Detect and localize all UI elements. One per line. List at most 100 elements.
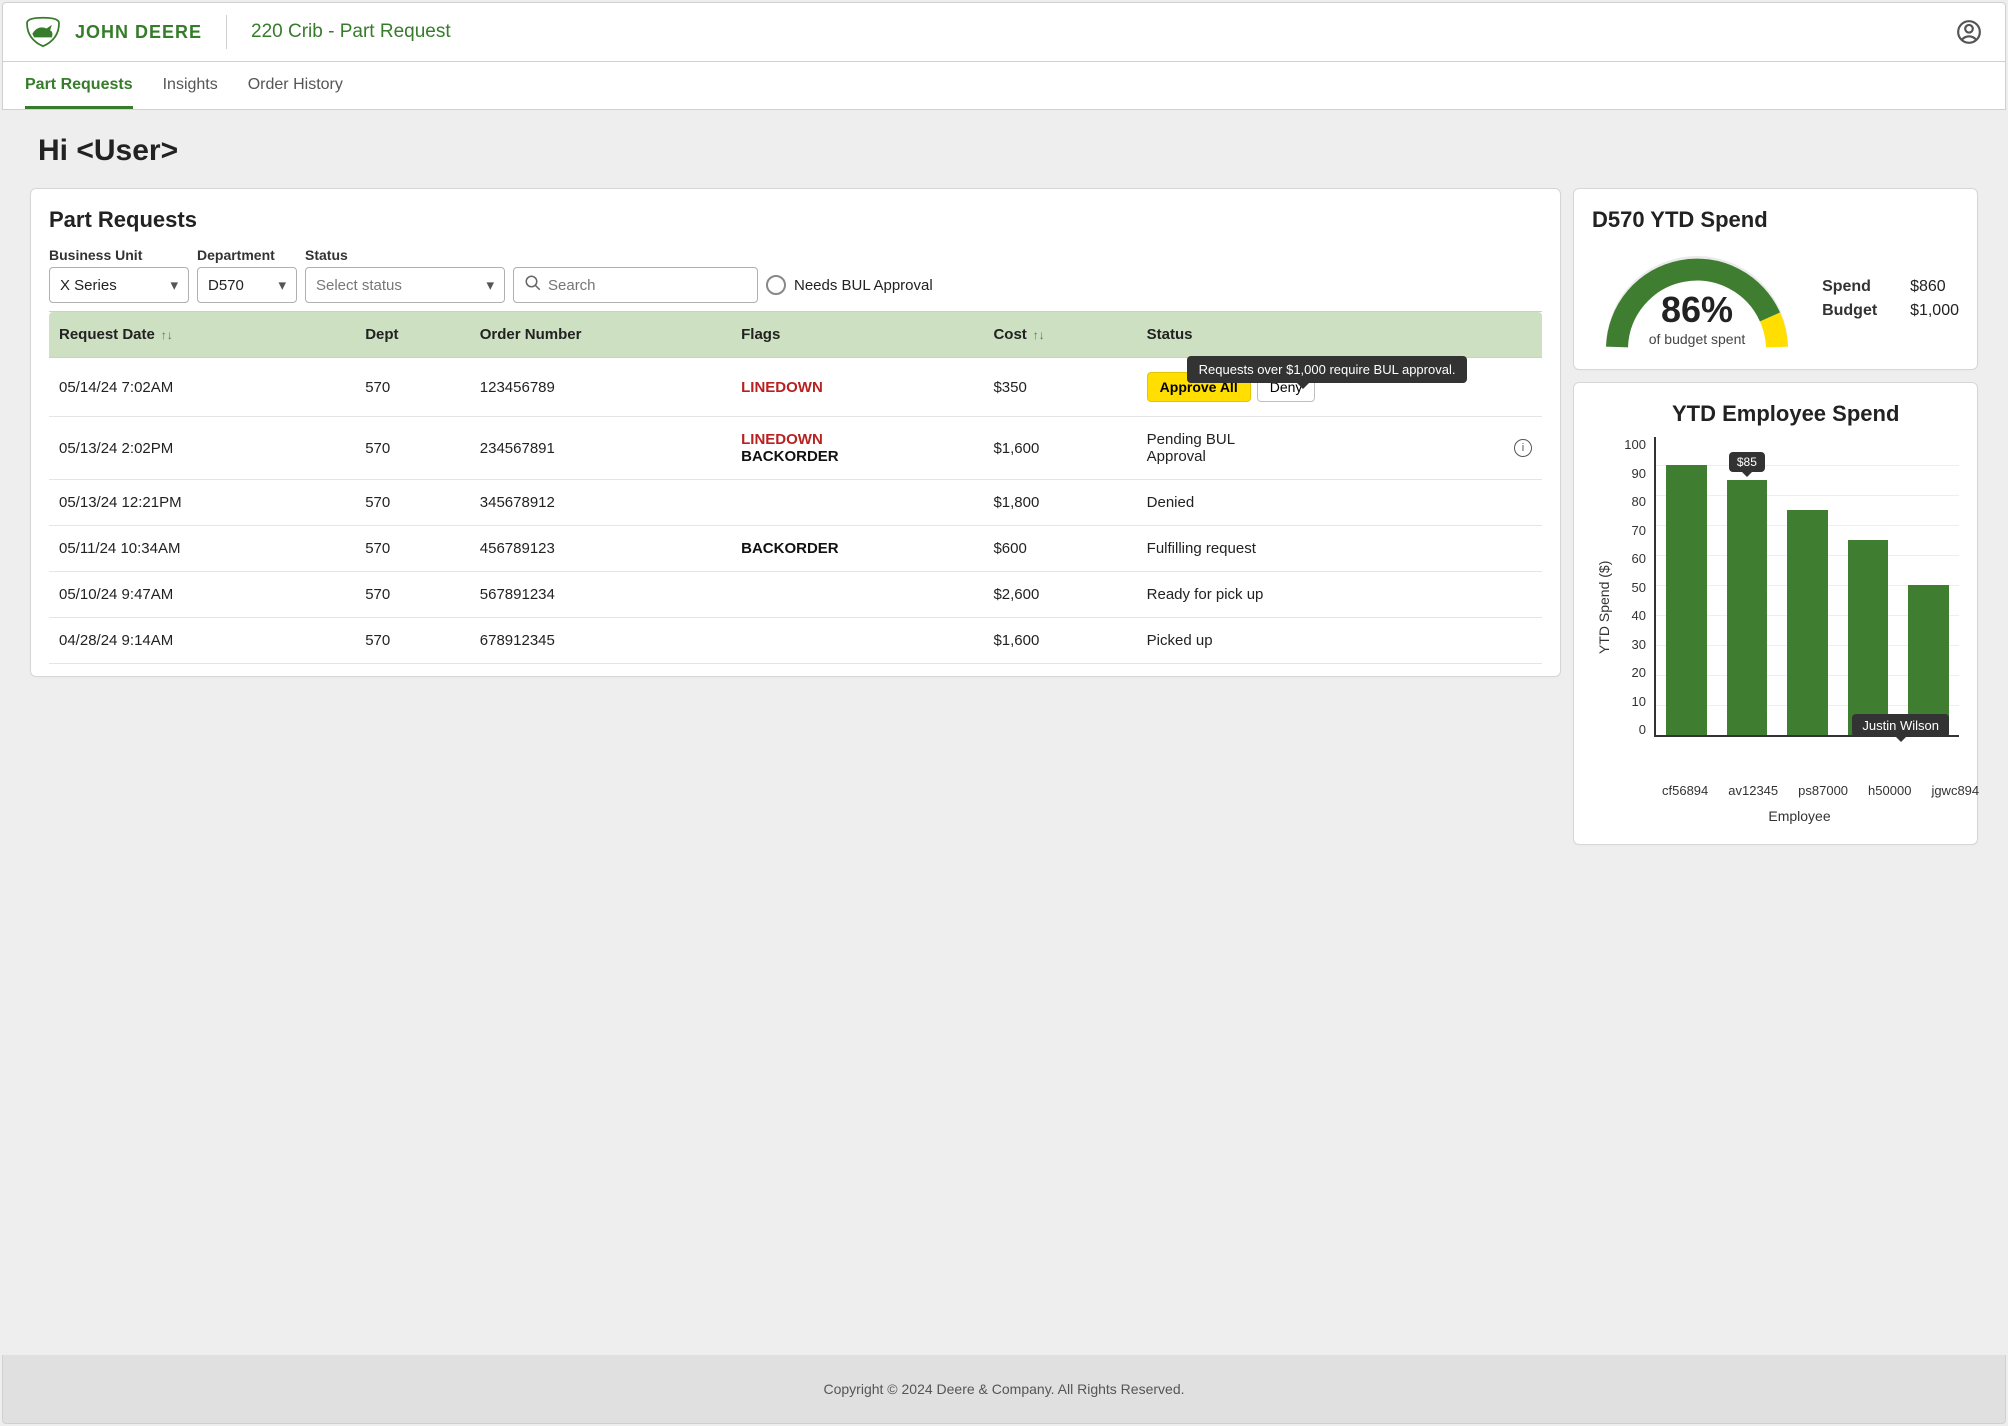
bul-tooltip: Requests over $1,000 require BUL approva… (1187, 356, 1468, 383)
status-placeholder: Select status (316, 277, 402, 294)
cell-order: 345678912 (470, 480, 731, 526)
cell-dept: 570 (355, 618, 470, 664)
cell-date: 05/11/24 10:34AM (49, 526, 355, 572)
greeting: Hi <User> (38, 134, 1978, 168)
footer: Copyright © 2024 Deere & Company. All Ri… (2, 1355, 2006, 1424)
spend-label: Spend (1822, 278, 1892, 296)
x-tick-label: av12345 (1728, 783, 1778, 798)
cell-order: 567891234 (470, 572, 731, 618)
y-axis-ticks: 1009080706050403020100 (1616, 437, 1654, 737)
chart-plot-area: Justin Wilson $85 (1654, 437, 1959, 737)
cell-dept: 570 (355, 417, 470, 480)
main-content: Hi <User> Part Requests Business Unit X … (0, 110, 2008, 1355)
cell-date: 04/28/24 9:14AM (49, 618, 355, 664)
sort-icon: ↑↓ (1033, 328, 1045, 342)
table-row[interactable]: 05/10/24 9:47AM 570 567891234 $2,600 Rea… (49, 572, 1542, 618)
cell-cost: $600 (983, 526, 1136, 572)
ytd-spend-card: D570 YTD Spend 86% of budget spent Spend… (1573, 188, 1978, 370)
cell-order: 678912345 (470, 618, 731, 664)
department-select[interactable]: D570 ▾ (197, 267, 297, 303)
category-tooltip: Justin Wilson (1852, 714, 1949, 737)
tab-insights[interactable]: Insights (163, 62, 218, 109)
brand-name: John Deere (75, 22, 202, 43)
x-tick-label: cf56894 (1662, 783, 1708, 798)
bul-approval-toggle[interactable]: Needs BUL Approval (766, 275, 933, 303)
x-tick-label: jgwc894 (1931, 783, 1979, 798)
user-account-icon[interactable] (1955, 18, 1983, 46)
cell-dept: 570 (355, 572, 470, 618)
department-value: D570 (208, 277, 244, 294)
cell-order: 456789123 (470, 526, 731, 572)
x-axis-label: Employee (1640, 808, 1959, 824)
x-axis-labels: cf56894av12345ps87000h50000jgwc894 (1652, 777, 1959, 798)
chevron-down-icon: ▾ (170, 276, 178, 294)
bar[interactable] (1848, 540, 1889, 735)
status-label: Status (305, 247, 505, 263)
cell-cost: $1,600 (983, 618, 1136, 664)
info-icon[interactable]: i (1514, 439, 1532, 457)
col-flags[interactable]: Flags (731, 312, 983, 358)
search-input-wrap[interactable] (513, 267, 758, 303)
department-label: Department (197, 247, 297, 263)
cell-order: 234567891 (470, 417, 731, 480)
business-unit-select[interactable]: X Series ▾ (49, 267, 189, 303)
filter-bar: Business Unit X Series ▾ Department D570… (49, 247, 1542, 303)
business-unit-label: Business Unit (49, 247, 189, 263)
tab-order-history[interactable]: Order History (248, 62, 343, 109)
col-request-date[interactable]: Request Date↑↓ (49, 312, 355, 358)
col-dept[interactable]: Dept (355, 312, 470, 358)
chevron-down-icon: ▾ (486, 276, 494, 294)
cell-date: 05/10/24 9:47AM (49, 572, 355, 618)
requests-table: Request Date↑↓ Dept Order Number Flags C… (49, 311, 1542, 664)
ytd-spend-title: D570 YTD Spend (1592, 207, 1959, 233)
cell-date: 05/14/24 7:02AM (49, 358, 355, 417)
cell-dept: 570 (355, 526, 470, 572)
status-select[interactable]: Select status ▾ (305, 267, 505, 303)
bar[interactable] (1666, 465, 1707, 735)
budget-gauge: 86% of budget spent (1592, 247, 1802, 357)
brand-divider (226, 15, 227, 49)
part-requests-title: Part Requests (49, 207, 1542, 233)
cell-flags: LINEDOWN (731, 358, 983, 417)
col-cost[interactable]: Cost↑↓ (983, 312, 1136, 358)
col-status[interactable]: Status (1137, 312, 1542, 358)
cell-cost: $350 (983, 358, 1136, 417)
bul-approval-label: Needs BUL Approval (794, 277, 933, 294)
radio-icon (766, 275, 786, 295)
bar[interactable]: $85 (1727, 480, 1768, 735)
table-row[interactable]: 05/13/24 12:21PM 570 345678912 $1,800 De… (49, 480, 1542, 526)
tab-bar: Part Requests Insights Order History (2, 62, 2006, 110)
budget-value: $1,000 (1910, 302, 1959, 320)
cell-flags (731, 618, 983, 664)
cell-dept: 570 (355, 358, 470, 417)
chevron-down-icon: ▾ (278, 276, 286, 294)
bar[interactable] (1787, 510, 1828, 735)
search-input[interactable] (548, 277, 747, 294)
table-row[interactable]: 04/28/24 9:14AM 570 678912345 $1,600 Pic… (49, 618, 1542, 664)
sort-icon: ↑↓ (161, 328, 173, 342)
gauge-subtitle: of budget spent (1592, 331, 1802, 347)
employee-spend-card: YTD Employee Spend YTD Spend ($) 1009080… (1573, 382, 1978, 845)
bar[interactable] (1908, 585, 1949, 735)
tab-part-requests[interactable]: Part Requests (25, 62, 133, 109)
cell-status: Ready for pick up (1137, 572, 1542, 618)
cell-flags (731, 572, 983, 618)
cell-cost: $1,800 (983, 480, 1136, 526)
col-order-number[interactable]: Order Number (470, 312, 731, 358)
x-tick-label: ps87000 (1798, 783, 1848, 798)
y-axis-label: YTD Spend ($) (1592, 437, 1616, 777)
table-row[interactable]: 05/14/24 7:02AM 570 123456789 LINEDOWN $… (49, 358, 1542, 417)
cell-cost: $2,600 (983, 572, 1136, 618)
cell-dept: 570 (355, 480, 470, 526)
cell-flags (731, 480, 983, 526)
table-row[interactable]: 05/13/24 2:02PM 570 234567891 LINEDOWNBA… (49, 417, 1542, 480)
spend-value: $860 (1910, 278, 1946, 296)
cell-status: Fulfilling request (1137, 526, 1542, 572)
budget-label: Budget (1822, 302, 1892, 320)
cell-date: 05/13/24 12:21PM (49, 480, 355, 526)
cell-status: Denied (1137, 480, 1542, 526)
employee-bar-chart: YTD Spend ($) 1009080706050403020100 Jus… (1592, 437, 1959, 777)
row-actions: Approve All Deny Requests over $1,000 re… (1147, 372, 1532, 402)
table-row[interactable]: 05/11/24 10:34AM 570 456789123 BACKORDER… (49, 526, 1542, 572)
cell-cost: $1,600 (983, 417, 1136, 480)
